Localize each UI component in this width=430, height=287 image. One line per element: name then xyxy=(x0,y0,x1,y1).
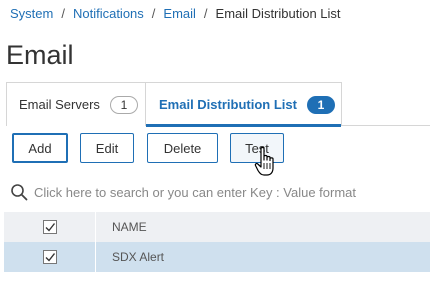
table-row[interactable]: SDX Alert xyxy=(4,242,430,272)
breadcrumb-link-email[interactable]: Email xyxy=(163,6,196,21)
search-input[interactable] xyxy=(34,184,414,200)
table-header-row: NAME xyxy=(4,212,430,242)
breadcrumb-link-notifications[interactable]: Notifications xyxy=(73,6,144,21)
search-icon[interactable] xyxy=(8,181,30,203)
checkmark-icon xyxy=(45,223,55,232)
breadcrumb-separator: / xyxy=(151,6,156,21)
tab-label: Email Servers xyxy=(19,97,100,112)
breadcrumb-separator: / xyxy=(203,6,208,21)
delete-button[interactable]: Delete xyxy=(147,133,218,163)
breadcrumb-separator: / xyxy=(61,6,65,21)
tab-label: Email Distribution List xyxy=(159,97,297,112)
test-button[interactable]: Test xyxy=(230,133,284,163)
add-button[interactable]: Add xyxy=(12,133,68,163)
tab-bar: Email Servers 1 Email Distribution List … xyxy=(6,82,430,127)
select-all-cell xyxy=(4,212,96,242)
breadcrumb-link-system[interactable]: System xyxy=(10,6,53,21)
column-header-name[interactable]: NAME xyxy=(96,220,147,234)
row-checkbox[interactable] xyxy=(42,250,57,264)
count-badge: 1 xyxy=(306,95,335,114)
row-check-cell xyxy=(4,242,96,272)
breadcrumb-current: Email Distribution List xyxy=(215,6,341,21)
search-bar xyxy=(8,177,430,207)
page-title: Email xyxy=(6,40,74,70)
distribution-list-table: NAME SDX Alert xyxy=(4,212,430,272)
tab-email-servers[interactable]: Email Servers 1 xyxy=(6,82,146,126)
count-badge: 1 xyxy=(109,95,138,114)
tab-email-distribution-list[interactable]: Email Distribution List 1 xyxy=(146,82,342,127)
breadcrumb: System / Notifications / Email / Email Distrib… xyxy=(10,6,341,21)
row-name-cell: SDX Alert xyxy=(112,250,165,264)
select-all-checkbox[interactable] xyxy=(42,220,57,234)
edit-button[interactable]: Edit xyxy=(80,133,134,163)
checkmark-icon xyxy=(45,253,55,262)
